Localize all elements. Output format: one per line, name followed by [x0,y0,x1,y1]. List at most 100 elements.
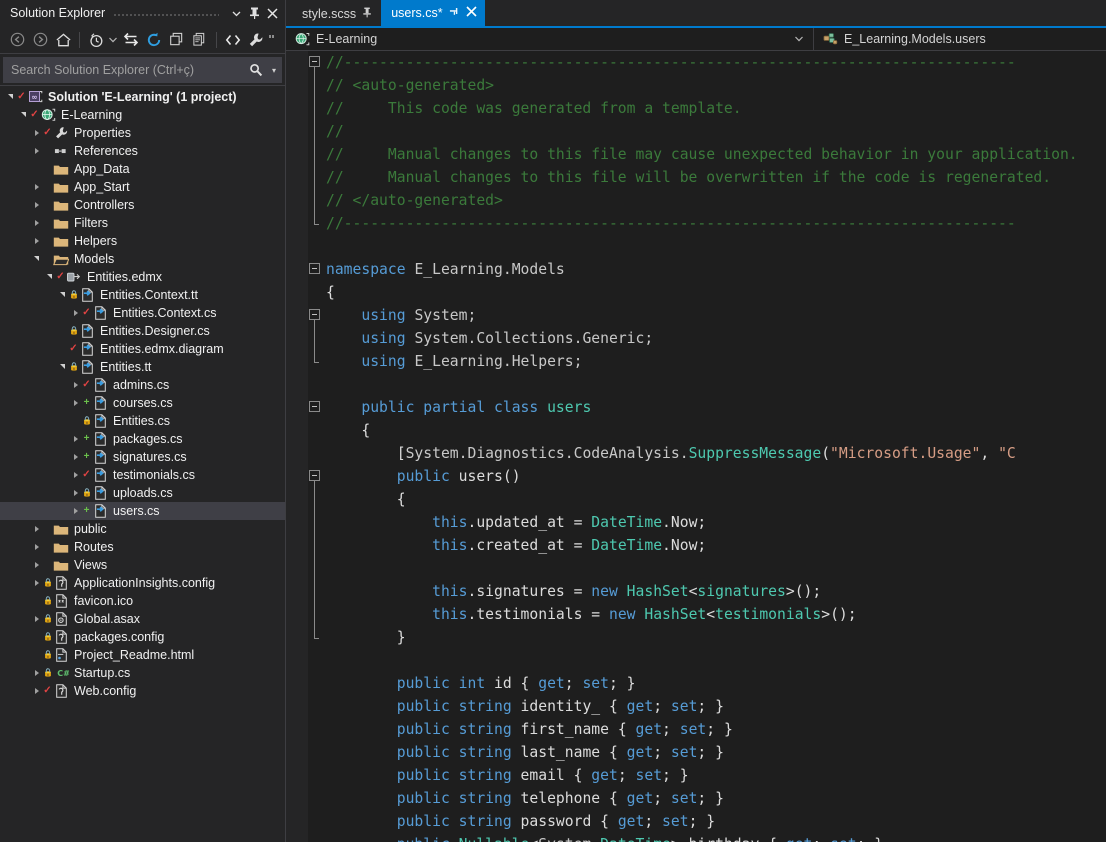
tree-item[interactable]: + packages.cs [0,430,285,448]
tree-expander-collapsed[interactable] [69,502,82,520]
tree-item[interactable]: App_Start [0,178,285,196]
tree-item[interactable]: 🔒 ApplicationInsights.config [0,574,285,592]
project-selector-combo[interactable]: E-Learning [286,28,813,51]
member-selector-combo[interactable]: E_Learning.Models.users [813,27,1106,51]
tree-expander-collapsed[interactable] [69,376,82,394]
dropdown-menu-button[interactable] [227,3,245,23]
fold-collapse-button[interactable] [309,470,320,481]
tree-item[interactable]: 🔒 Global.asax [0,610,285,628]
tree-item[interactable]: App_Data [0,160,285,178]
tree-item-label: Entities.Context.tt [100,288,198,302]
tree-item[interactable]: ✓ ∞ Solution 'E-Learning' (1 project) [0,88,285,106]
pin-button[interactable] [245,3,263,23]
search-input[interactable] [4,63,245,77]
tree-expander-collapsed[interactable] [30,124,43,142]
tree-item[interactable]: ✓ Entities.edmx.diagram [0,340,285,358]
code-editor-area[interactable]: //--------------------------------------… [286,51,1106,842]
tree-expander-collapsed[interactable] [30,232,43,250]
pending-changes-dropdown[interactable] [108,29,119,51]
tree-item[interactable]: ✓ Entities.edmx [0,268,285,286]
tree-item[interactable]: 🔒 C# Startup.cs [0,664,285,682]
search-row[interactable]: ▾ [3,57,282,83]
tree-item[interactable]: Filters [0,214,285,232]
tree-item[interactable]: 🔒 favicon.ico [0,592,285,610]
tree-expander-expanded[interactable] [4,88,17,106]
tree-item[interactable]: 🔒 packages.config [0,628,285,646]
tree-item[interactable]: 🔒 Entities.Context.tt [0,286,285,304]
fold-collapse-button[interactable] [309,309,320,320]
tree-item[interactable]: ✓ Web.config [0,682,285,700]
code-folding-margin[interactable] [308,51,324,842]
tab-close-button[interactable] [466,6,477,20]
tree-item[interactable]: 🔒 uploads.cs [0,484,285,502]
tree-expander-collapsed[interactable] [30,664,43,682]
code-token: public string [396,698,521,715]
forward-button[interactable] [29,29,51,51]
view-code-button[interactable] [222,29,244,51]
tree-expander-expanded[interactable] [17,106,30,124]
editor-tab[interactable]: style.scss [292,2,382,26]
tree-item[interactable]: ✓ E-Learning [0,106,285,124]
tree-expander-expanded[interactable] [30,250,43,268]
tree-expander-expanded[interactable] [56,358,69,376]
tree-expander-expanded[interactable] [43,268,56,286]
sync-with-active-document-button[interactable] [120,29,142,51]
editor-tab[interactable]: users.cs* [381,0,485,26]
project-dropdown-caret[interactable] [795,35,809,44]
tree-expander-collapsed[interactable] [30,142,43,160]
tree-item[interactable]: Controllers [0,196,285,214]
tree-item[interactable]: 🔒 Entities.Designer.cs [0,322,285,340]
tree-expander-collapsed[interactable] [30,178,43,196]
tree-expander-collapsed[interactable] [30,574,43,592]
tree-item[interactable]: public [0,520,285,538]
tree-item[interactable]: Models [0,250,285,268]
refresh-button[interactable] [143,29,165,51]
tree-expander-collapsed[interactable] [69,466,82,484]
tree-expander-collapsed[interactable] [30,682,43,700]
tree-item[interactable]: Views [0,556,285,574]
tree-expander-collapsed[interactable] [69,394,82,412]
search-icon[interactable] [245,63,267,77]
tree-expander-collapsed[interactable] [69,484,82,502]
tree-item-selected[interactable]: + users.cs [0,502,285,520]
tree-expander-collapsed[interactable] [30,520,43,538]
tree-item[interactable]: ✓ admins.cs [0,376,285,394]
tree-expander-collapsed[interactable] [30,196,43,214]
tree-item[interactable]: + signatures.cs [0,448,285,466]
search-options-dropdown[interactable]: ▾ [267,66,281,75]
tree-item[interactable]: 🔒 Entities.tt [0,358,285,376]
tree-item[interactable]: ✓ Properties [0,124,285,142]
code-text-surface[interactable]: //--------------------------------------… [324,51,1106,842]
fold-collapse-button[interactable] [309,401,320,412]
close-button[interactable] [263,3,281,23]
tree-item[interactable]: + courses.cs [0,394,285,412]
fold-collapse-button[interactable] [309,263,320,274]
home-button[interactable] [52,29,74,51]
fold-collapse-button[interactable] [309,56,320,67]
tree-expander-collapsed[interactable] [30,610,43,628]
tree-expander-collapsed[interactable] [30,538,43,556]
tree-expander-collapsed[interactable] [69,430,82,448]
pending-changes-button[interactable] [85,29,107,51]
back-button[interactable] [6,29,28,51]
properties-button[interactable] [245,29,267,51]
tree-expander-collapsed[interactable] [30,556,43,574]
tree-expander-collapsed[interactable] [69,448,82,466]
tree-expander-expanded[interactable] [56,286,69,304]
tree-item[interactable]: 🔒 Project_Readme.html [0,646,285,664]
tree-expander-collapsed[interactable] [30,214,43,232]
tree-item[interactable]: Helpers [0,232,285,250]
overflow-button[interactable] [268,29,279,51]
tree-item[interactable]: References [0,142,285,160]
tab-pin-icon[interactable] [449,6,460,20]
tree-item[interactable]: 🔒 Entities.cs [0,412,285,430]
tab-pin-icon[interactable] [362,7,373,21]
tree-item[interactable]: ✓ testimonials.cs [0,466,285,484]
code-token: set [670,744,698,761]
tree-item[interactable]: Routes [0,538,285,556]
tree-expander-collapsed[interactable] [69,304,82,322]
tree-item[interactable]: ✓ Entities.Context.cs [0,304,285,322]
code-token: // [326,123,344,140]
show-all-files-button[interactable] [189,29,211,51]
collapse-all-button[interactable] [166,29,188,51]
